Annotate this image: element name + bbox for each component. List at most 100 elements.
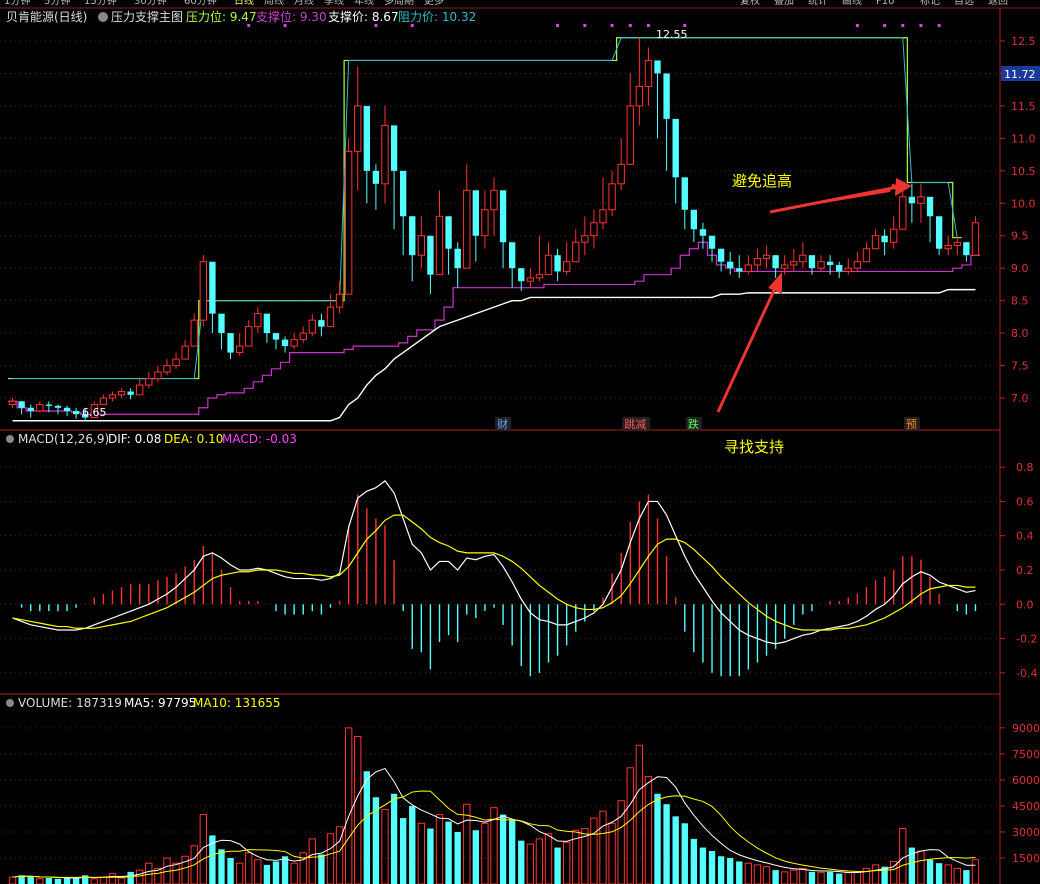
top-event-dot [556,24,560,27]
volume-bar-down [690,838,698,884]
volume-bar-up [290,862,298,884]
menu-item-1[interactable]: 5分钟 [44,0,70,7]
candle-body-down [272,333,280,340]
volume-bar-down [363,771,371,884]
macd-tick-label: 0.8 [1016,461,1034,474]
candle-body-up [799,254,807,263]
candle-body-up [544,254,553,276]
menu-item-6[interactable]: 周线 [264,0,284,7]
menu-item-11[interactable]: 更多 [424,0,444,7]
top-event-dot [374,24,378,27]
volume-bar-down [318,854,325,884]
support-price-line [12,288,976,422]
volume-bar-down [826,871,834,884]
candle-body-up [163,365,171,373]
volume-bar-down [427,828,434,884]
top-menu[interactable]: 1分钟 5分钟 15分钟 30分钟 60分钟 日线 周线 月线 季线 年线 多周期 更多 复权 叠加 统计 画… [4,0,1008,7]
seek-support-text: 寻找支持 [724,438,784,456]
volume-bar-down [445,821,452,884]
candle-body-up [490,189,498,211]
volume-bar-down [399,818,407,884]
menu-right-item-2[interactable]: 统计 [808,0,828,7]
menu-right-item-3[interactable]: 画线 [842,0,862,7]
candle-body-up [590,222,598,237]
menu-item-4[interactable]: 60分钟 [184,0,217,7]
volume-bar-down [127,871,134,884]
volume-bar-down [82,875,89,884]
indicator-name[interactable]: 压力支撑主图 [111,9,183,24]
menu-item-7[interactable]: 月线 [294,0,314,7]
menu-right-item-4[interactable]: F10 [876,0,894,7]
menu-item-10[interactable]: 多周期 [384,0,414,7]
volume-bar-down [727,857,734,884]
volume-bar-down [218,849,225,884]
price-tick-label: 11.0 [1011,132,1036,145]
candle-body-up [644,59,653,87]
menu-item-9[interactable]: 年线 [354,0,374,7]
volume-bar-up [844,872,852,884]
candle-body-up [844,267,852,272]
pressure-label: 压力位: 9.47 [186,9,257,24]
arrow-seek-head [768,272,782,294]
macd-gear-icon[interactable] [6,435,14,443]
volume-bar-down [926,859,934,884]
event-tag: 财 [497,417,508,431]
candle-body-up [971,222,980,256]
candle-body-up [535,274,544,279]
candle-body-down [926,196,934,217]
volume-bar-up [953,867,961,884]
menu-right-item-7[interactable]: 返回 [988,0,1008,7]
candle-body-down [681,177,688,210]
candle-body-down [372,170,380,184]
volume-bar-down [508,819,516,884]
top-event-dot [247,24,251,27]
candle-body-down [209,261,216,314]
candle-body-up [953,241,961,246]
candle-body-down [518,268,525,282]
volume-bar-down [45,877,53,884]
event-tag: 跳减 [624,417,646,431]
macd-label: MACD(12,26,9) [18,432,109,446]
volume-bar-up [762,866,771,884]
candle-body-up [744,264,753,272]
candle-body-down [54,405,62,408]
menu-right-item-1[interactable]: 叠加 [774,0,794,7]
candle-body-up [944,244,952,250]
stock-chart: 1分钟 5分钟 15分钟 30分钟 60分钟 日线 周线 月线 季线 年线 多周期 更多 复权 叠加 统计 画… [0,0,1040,884]
volume-tick-label: 7500 [1012,748,1040,761]
candle-body-down [472,190,480,236]
candle-body-up [199,261,207,321]
candle-body-up [762,254,771,259]
candle-body-down [699,229,707,236]
macd-tick-label: 0.4 [1016,530,1034,543]
candle-body-up [417,235,426,256]
candle-body-up [99,397,108,406]
candle-body-up [190,319,198,347]
menu-right-item-6[interactable]: 自选 [954,0,974,7]
volume-bar-up [308,838,316,884]
macd-tick-label: 0.0 [1016,598,1034,611]
volume-bar-up [99,876,108,884]
candle-body-up [526,277,535,282]
candle-body-up [572,241,580,263]
volume-bar-up [235,862,244,884]
menu-right-item-5[interactable]: 标记 [920,0,940,7]
menu-item-2[interactable]: 15分钟 [84,0,117,7]
menu-item-3[interactable]: 30分钟 [134,0,167,7]
menu-item-0[interactable]: 1分钟 [4,0,30,7]
volume-bar-down [472,830,480,884]
settings-gear-icon[interactable] [98,12,108,22]
candle-body-up [344,150,353,295]
volume-gear-icon[interactable] [6,699,14,707]
top-event-dot [583,24,587,27]
price-tick-label: 7.5 [1011,360,1029,373]
price-tick-label: 8.0 [1011,327,1029,340]
volume-ma5-line [12,767,976,879]
menu-item-5[interactable]: 日线 [234,0,254,7]
price-tick-label: 9.0 [1011,262,1029,275]
event-tag: 预 [906,418,917,431]
menu-right-item-0[interactable]: 复权 [740,0,760,7]
menu-item-8[interactable]: 季线 [324,0,344,7]
dea-line [12,514,976,631]
macd-tick-label: -0.4 [1016,667,1037,680]
